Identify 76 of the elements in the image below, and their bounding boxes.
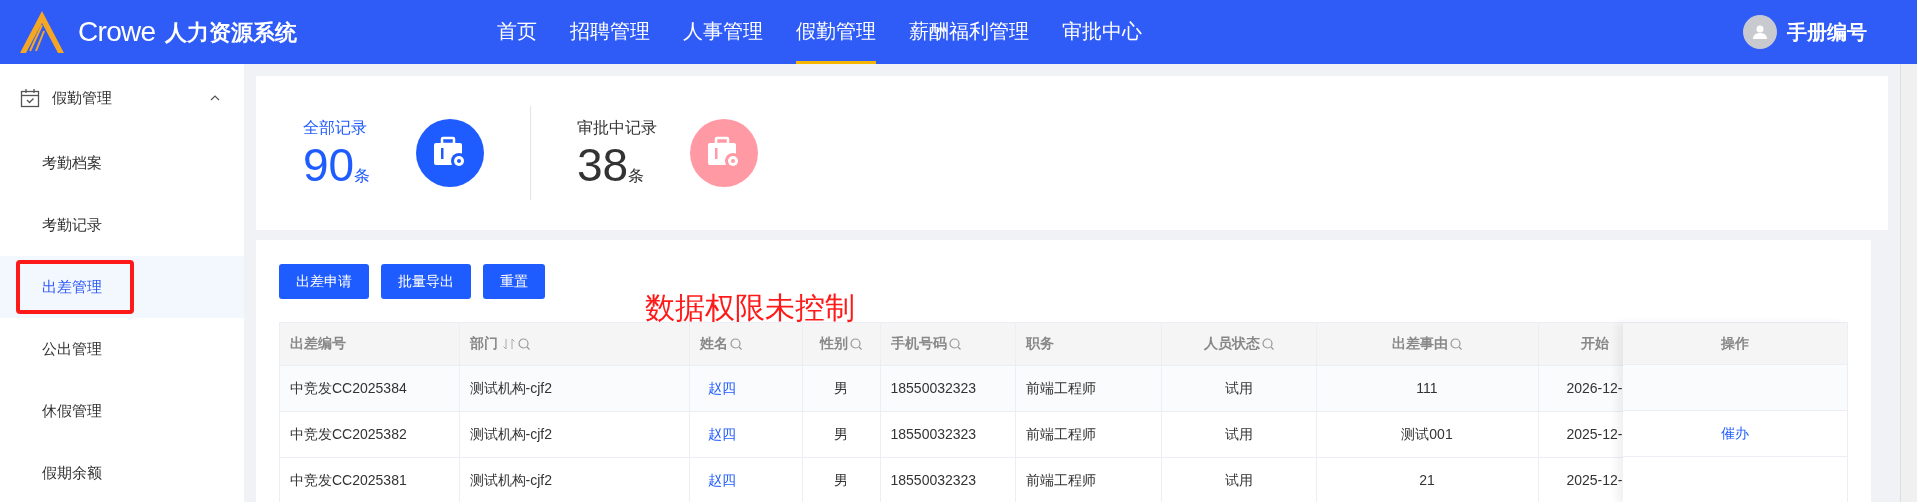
stat-unit: 条 xyxy=(628,167,645,186)
table-cell: 中竞发CC2025381 xyxy=(290,471,407,488)
table-cell: 试用 xyxy=(1224,471,1253,488)
table-cell: 试用 xyxy=(1224,425,1253,442)
table-cell: 21 xyxy=(1419,471,1435,488)
sidebar-item[interactable]: 公出管理 xyxy=(0,318,244,380)
column-header: 出差编号 xyxy=(280,323,459,365)
table-cell: 试用 xyxy=(1224,379,1253,396)
nav-tab[interactable]: 薪酬福利管理 xyxy=(909,0,1030,64)
nav-tab[interactable]: 招聘管理 xyxy=(570,0,651,64)
sidebar-item[interactable]: 出差管理 xyxy=(0,256,244,318)
stat-label: 审批中记录 xyxy=(577,118,658,138)
search-icon[interactable] xyxy=(948,337,961,350)
table-cell: 2025-12- xyxy=(1566,425,1623,442)
toolbar-button[interactable]: 批量导出 xyxy=(381,264,471,299)
brand-name: Crowe xyxy=(78,15,156,49)
stat-unit: 条 xyxy=(354,167,371,186)
column-header: 手机号码 xyxy=(880,323,1015,365)
sidebar-item[interactable]: 休假管理 xyxy=(0,380,244,442)
urge-link[interactable]: 催办 xyxy=(1721,423,1749,444)
toolbar-button[interactable]: 出差申请 xyxy=(279,264,369,299)
sidebar-item[interactable]: 考勤档案 xyxy=(0,132,244,194)
group-label: 假勤管理 xyxy=(52,87,112,108)
column-header: 性别 xyxy=(802,323,880,365)
column-header: 职务 xyxy=(1015,323,1161,365)
user-name[interactable]: 手册编号 xyxy=(1787,17,1867,47)
sort-icon[interactable] xyxy=(501,337,516,350)
search-icon[interactable] xyxy=(850,337,862,350)
scrollbar[interactable] xyxy=(1900,64,1917,502)
name-link[interactable]: 赵四 xyxy=(699,425,736,442)
chevron-icon[interactable] xyxy=(210,95,220,101)
table-cell: 男 xyxy=(834,425,848,442)
table-cell: 测试001 xyxy=(1401,425,1453,442)
table-cell: 中竞发CC2025384 xyxy=(290,379,407,396)
nav-tab[interactable]: 人事管理 xyxy=(683,0,764,64)
column-header: 出差事由 xyxy=(1316,323,1538,365)
search-icon[interactable] xyxy=(1450,337,1462,350)
annotation-text: 数据权限未控制 xyxy=(645,290,855,326)
sidebar-item[interactable]: 假期余额 xyxy=(0,442,244,502)
nav-tab[interactable]: 审批中心 xyxy=(1062,0,1143,64)
calendar-icon xyxy=(20,88,40,108)
nav-tab[interactable]: 首页 xyxy=(497,0,538,64)
sidebar-item[interactable]: 考勤记录 xyxy=(0,194,244,256)
stat-value: 90 xyxy=(303,140,355,190)
table-cell: 18550032323 xyxy=(890,471,977,488)
table-cell: 2026-12- xyxy=(1566,379,1623,396)
table-cell: 中竞发CC2025382 xyxy=(290,425,407,442)
stat-value: 38 xyxy=(577,140,629,190)
stat-label: 全部记录 xyxy=(303,118,368,138)
nav-tab[interactable]: 假勤管理 xyxy=(796,0,877,64)
system-name: 人力资源系统 xyxy=(165,18,298,47)
name-link[interactable]: 赵四 xyxy=(699,471,736,488)
column-header: 姓名 xyxy=(689,323,802,365)
column-header: 部门 xyxy=(459,323,689,365)
search-icon[interactable] xyxy=(517,337,530,350)
search-icon[interactable] xyxy=(729,337,742,350)
table-cell: 前端工程师 xyxy=(1025,379,1096,396)
table-cell: 111 xyxy=(1416,379,1438,396)
column-header: 人员状态 xyxy=(1161,323,1316,365)
table-cell: 测试机构-cjf2 xyxy=(469,425,552,442)
table-cell: 2025-12- xyxy=(1566,471,1623,488)
table-cell: 前端工程师 xyxy=(1025,471,1096,488)
logo-icon xyxy=(20,11,64,53)
search-icon[interactable] xyxy=(1261,337,1274,350)
toolbar-button[interactable]: 重置 xyxy=(483,264,545,299)
name-link[interactable]: 赵四 xyxy=(699,379,736,396)
table-cell: 18550032323 xyxy=(890,379,977,396)
table-cell: 前端工程师 xyxy=(1025,425,1096,442)
table-cell: 测试机构-cjf2 xyxy=(469,471,552,488)
sidebar-group[interactable]: 假勤管理 xyxy=(0,64,244,132)
avatar-icon[interactable] xyxy=(1743,15,1777,49)
table-cell: 18550032323 xyxy=(890,425,977,442)
table-cell: 测试机构-cjf2 xyxy=(469,379,552,396)
table-cell: 男 xyxy=(834,379,848,396)
column-header: 操作 xyxy=(1623,323,1848,365)
table-cell: 男 xyxy=(834,471,848,488)
